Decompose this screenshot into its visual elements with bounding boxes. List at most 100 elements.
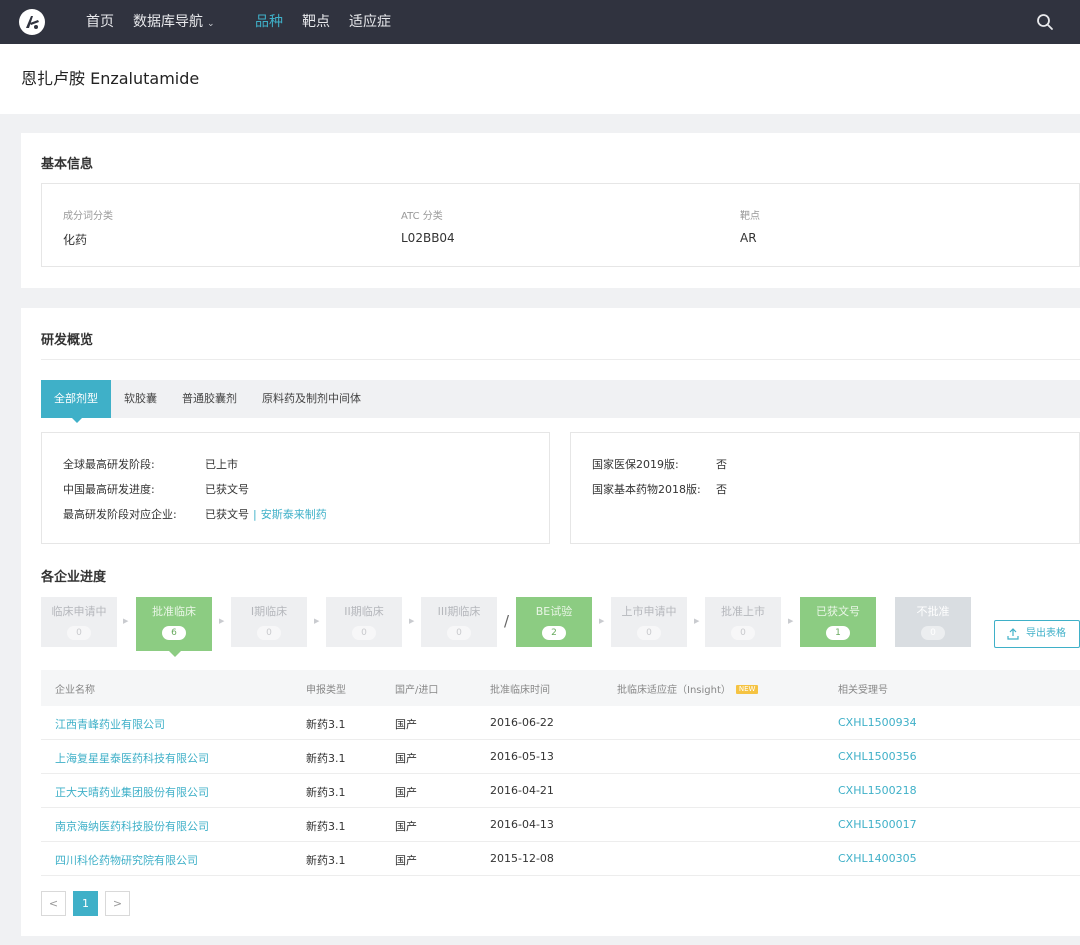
- col-type: 申报类型: [306, 685, 346, 696]
- basic-info-card: 基本信息 成分词分类 化药 ATC 分类 L02BB04 靶点 AR: [21, 133, 1080, 288]
- stage-phase-1[interactable]: I期临床 0: [231, 597, 307, 647]
- tab-capsule[interactable]: 普通胶囊剂: [182, 380, 237, 418]
- origin-cell: 国产: [395, 854, 417, 867]
- col-number: 相关受理号: [838, 685, 888, 696]
- stage-name: III期临床: [437, 605, 481, 618]
- acceptance-number-link[interactable]: CXHL1500356: [838, 750, 917, 763]
- stage-name: 批准临床: [152, 605, 196, 618]
- nav-indication[interactable]: 适应症: [349, 13, 391, 31]
- acceptance-number-link[interactable]: CXHL1500017: [838, 818, 917, 831]
- company-link[interactable]: 上海复星星泰医药科技有限公司: [55, 750, 209, 766]
- stage-clinical-approved[interactable]: 批准临床 6: [136, 597, 212, 651]
- logo-icon[interactable]: [19, 9, 45, 35]
- col-date: 批准临床时间: [490, 685, 550, 696]
- nav-home[interactable]: 首页: [86, 13, 114, 31]
- upload-icon: [1007, 628, 1019, 640]
- nav-target[interactable]: 靶点: [302, 13, 330, 31]
- stage-rejected[interactable]: 不批准 0: [895, 597, 971, 647]
- type-cell: 新药3.1: [306, 718, 346, 731]
- stage-count: 0: [921, 626, 945, 640]
- col-company: 企业名称: [55, 685, 95, 696]
- atc-class-value: L02BB04: [401, 231, 455, 245]
- nrdl-label: 国家医保2019版:: [592, 458, 679, 471]
- new-badge: NEW: [735, 685, 759, 694]
- origin-cell: 国产: [395, 786, 417, 799]
- essential-drug-value: 否: [716, 483, 727, 496]
- stage-name: 临床申请中: [51, 605, 107, 618]
- table-header: 企业名称 申报类型 国产/进口 批准临床时间 批临床适应症（Insight） NE…: [41, 670, 1080, 706]
- company-link[interactable]: 南京海纳医药科技股份有限公司: [55, 818, 209, 834]
- stage-name: 不批准: [916, 605, 950, 618]
- nav-database-menu[interactable]: 数据库导航 ⌄: [133, 13, 215, 33]
- stage-name: 已获文号: [816, 605, 860, 618]
- target-value: AR: [740, 231, 757, 245]
- ingredient-class-value: 化药: [63, 233, 88, 247]
- acceptance-number-link[interactable]: CXHL1400305: [838, 852, 917, 865]
- acceptance-number-link[interactable]: CXHL1500218: [838, 784, 917, 797]
- tab-soft-capsule[interactable]: 软胶囊: [124, 380, 157, 418]
- search-icon[interactable]: [1036, 13, 1054, 31]
- prev-page-button[interactable]: <: [41, 891, 66, 916]
- stage-count: 0: [257, 626, 281, 640]
- col-indication-label: 批临床适应症（Insight）: [617, 685, 731, 696]
- stage-count: 6: [162, 626, 186, 640]
- table-row: 江西青峰药业有限公司 新药3.1 国产 2016-06-22 CXHL15009…: [41, 706, 1080, 740]
- rd-stage-box: 全球最高研发阶段: 已上市 中国最高研发进度: 已获文号 最高研发阶段对应企业:…: [41, 432, 550, 544]
- page-1-button[interactable]: 1: [73, 891, 98, 916]
- stage-name: BE试验: [535, 605, 573, 618]
- stage-count: 0: [447, 626, 471, 640]
- table-row: 四川科伦药物研究院有限公司 新药3.1 国产 2015-12-08 CXHL14…: [41, 842, 1080, 876]
- tab-api-intermediate[interactable]: 原料药及制剂中间体: [262, 380, 361, 418]
- origin-cell: 国产: [395, 820, 417, 833]
- company-link[interactable]: 江西青峰药业有限公司: [55, 716, 165, 732]
- export-label: 导出表格: [1026, 628, 1066, 639]
- china-stage-value: 已获文号: [205, 483, 249, 496]
- date-cell: 2016-04-13: [490, 818, 554, 831]
- stage-count: 0: [637, 626, 661, 640]
- top-navigation-bar: 首页 数据库导航 ⌄ 品种 靶点 适应症: [0, 0, 1080, 44]
- stage-phase-3[interactable]: III期临床 0: [421, 597, 497, 647]
- table-row: 南京海纳医药科技股份有限公司 新药3.1 国产 2016-04-13 CXHL1…: [41, 808, 1080, 842]
- table-row: 正大天晴药业集团股份有限公司 新药3.1 国产 2016-04-21 CXHL1…: [41, 774, 1080, 808]
- type-cell: 新药3.1: [306, 752, 346, 765]
- stage-phase-2[interactable]: II期临床 0: [326, 597, 402, 647]
- top-stage-value: 已获文号: [205, 508, 249, 521]
- nav-database-label: 数据库导航: [133, 14, 203, 30]
- stage-arrow-icon: ▶: [123, 617, 129, 625]
- stage-arrow-icon: ▶: [409, 617, 415, 625]
- date-cell: 2016-05-13: [490, 750, 554, 763]
- company-link[interactable]: 安斯泰来制药: [261, 508, 327, 521]
- stage-arrow-icon: ▶: [599, 617, 605, 625]
- chevron-down-icon: ⌄: [207, 19, 215, 29]
- stage-count: 1: [826, 626, 850, 640]
- selected-stage-pointer: [169, 651, 181, 657]
- company-link[interactable]: 四川科伦药物研究院有限公司: [55, 852, 198, 868]
- date-cell: 2016-06-22: [490, 716, 554, 729]
- table-row: 上海复星星泰医药科技有限公司 新药3.1 国产 2016-05-13 CXHL1…: [41, 740, 1080, 774]
- stage-market-approved[interactable]: 批准上市 0: [705, 597, 781, 647]
- basic-info-title: 基本信息: [41, 157, 94, 172]
- stage-market-application[interactable]: 上市申请中 0: [611, 597, 687, 647]
- stage-arrow-icon: ▶: [788, 617, 794, 625]
- stage-count: 2: [542, 626, 566, 640]
- stage-name: I期临床: [250, 605, 288, 618]
- stage-approval-number[interactable]: 已获文号 1: [800, 597, 876, 647]
- stage-be-trial[interactable]: BE试验 2: [516, 597, 592, 647]
- export-table-button[interactable]: 导出表格: [994, 620, 1080, 648]
- basic-info-box: 成分词分类 化药 ATC 分类 L02BB04 靶点 AR: [41, 183, 1080, 267]
- type-cell: 新药3.1: [306, 854, 346, 867]
- company-progress-title: 各企业进度: [41, 570, 107, 585]
- essential-drug-label: 国家基本药物2018版:: [592, 483, 701, 496]
- next-page-button[interactable]: >: [105, 891, 130, 916]
- stage-arrow-icon: ▶: [694, 617, 700, 625]
- tab-all-forms[interactable]: 全部剂型: [41, 380, 111, 418]
- stage-slash: /: [504, 612, 510, 630]
- date-cell: 2015-12-08: [490, 852, 554, 865]
- policy-box: 国家医保2019版: 否 国家基本药物2018版: 否: [570, 432, 1080, 544]
- dosage-form-tabs: 全部剂型 软胶囊 普通胶囊剂 原料药及制剂中间体: [41, 380, 1080, 423]
- stage-clinical-application[interactable]: 临床申请中 0: [41, 597, 117, 647]
- origin-cell: 国产: [395, 752, 417, 765]
- nav-variety[interactable]: 品种: [255, 13, 283, 31]
- acceptance-number-link[interactable]: CXHL1500934: [838, 716, 917, 729]
- company-link[interactable]: 正大天晴药业集团股份有限公司: [55, 784, 209, 800]
